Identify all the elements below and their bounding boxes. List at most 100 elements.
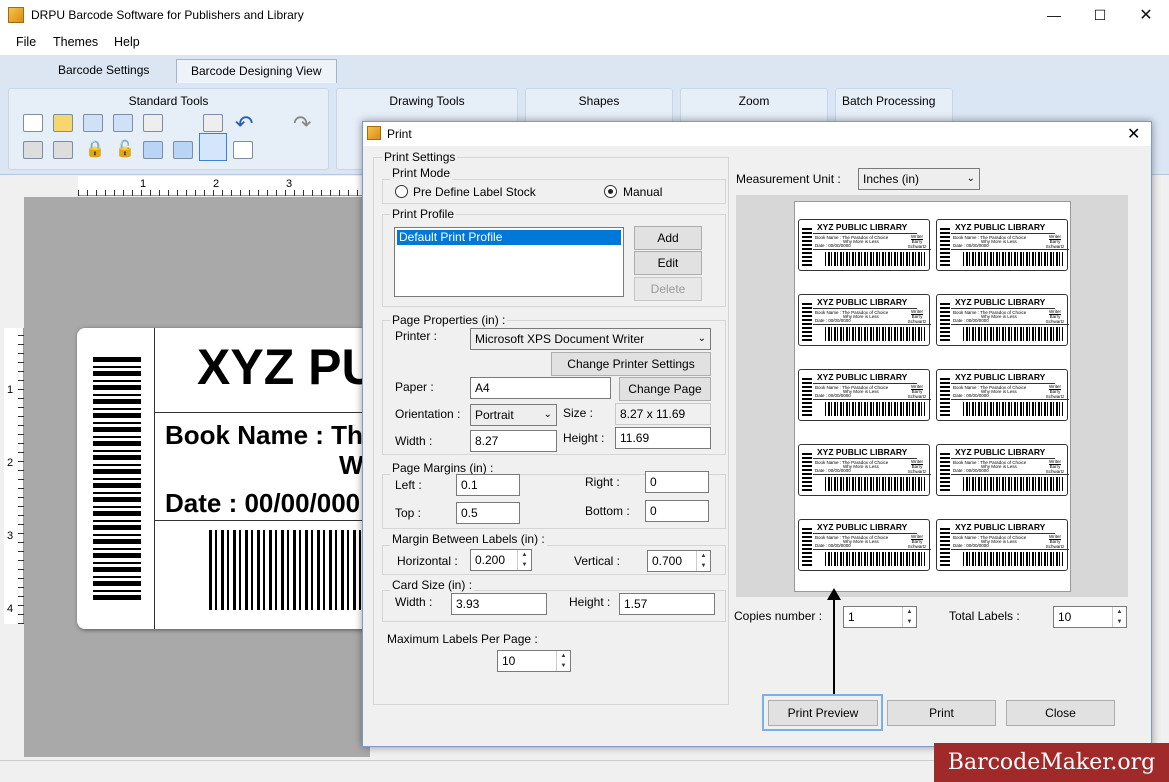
preview-label-title: XYZ PUBLIC LIBRARY: [955, 522, 1046, 532]
label-design-card[interactable]: XYZ PU Book Name : Th W Date : 00/00/000: [77, 328, 378, 629]
card-size-legend: Card Size (in) :: [390, 578, 475, 592]
add-profile-button[interactable]: Add: [634, 226, 702, 250]
preview-icon[interactable]: [173, 141, 193, 159]
preview-label-writer: Writer Barry Schwartz: [907, 384, 927, 399]
top-margin-field[interactable]: 0.5: [456, 502, 520, 524]
profile-list-item[interactable]: Default Print Profile: [397, 230, 621, 245]
copies-stepper[interactable]: 1 ▲ ▼: [843, 606, 917, 628]
preview-label-title: XYZ PUBLIC LIBRARY: [955, 297, 1046, 307]
print-preview-button[interactable]: Print Preview: [768, 700, 878, 726]
spin-buttons[interactable]: ▲ ▼: [696, 551, 710, 571]
edit-profile-button[interactable]: Edit: [634, 251, 702, 275]
print-button[interactable]: Print: [887, 700, 996, 726]
lock-icon[interactable]: 🔒: [85, 139, 105, 159]
spin-buttons[interactable]: ▲ ▼: [517, 550, 531, 570]
radio-predefined[interactable]: [395, 185, 408, 198]
card-width-field[interactable]: 3.93: [451, 593, 547, 615]
radio-manual[interactable]: [604, 185, 617, 198]
page-width-field[interactable]: 8.27: [470, 430, 557, 452]
radio-predefined-label[interactable]: Pre Define Label Stock: [413, 185, 536, 199]
dialog-icon: [367, 126, 381, 140]
max-labels-value: 10: [502, 654, 516, 668]
margin-between-legend: Margin Between Labels (in) :: [390, 532, 547, 546]
preview-qr: [802, 526, 812, 566]
spin-buttons[interactable]: ▲ ▼: [902, 607, 916, 627]
card-height-field[interactable]: 1.57: [619, 593, 715, 615]
new-icon[interactable]: [23, 114, 43, 132]
preview-label-date: Date : 00/00/0000: [815, 318, 851, 323]
dialog-title-bar: Print ✕: [363, 122, 1151, 146]
menu-file[interactable]: File: [16, 35, 36, 49]
annotation-arrow-head: [827, 588, 841, 600]
change-printer-button[interactable]: Change Printer Settings: [551, 352, 711, 376]
preview-label-title: XYZ PUBLIC LIBRARY: [955, 447, 1046, 457]
card-width-label: Width :: [395, 595, 433, 609]
preview-barcode: [825, 402, 925, 416]
preview-label-writer: Writer Barry Schwartz: [907, 309, 927, 324]
group-label: Standard Tools: [128, 94, 209, 108]
preview-label-title: XYZ PUBLIC LIBRARY: [817, 372, 908, 382]
tab-barcode-settings[interactable]: Barcode Settings: [44, 59, 163, 83]
bottom-margin-field[interactable]: 0: [645, 500, 709, 522]
chevron-down-icon: ⌄: [697, 333, 706, 344]
preview-label: XYZ PUBLIC LIBRARY Book Name : The Parado…: [936, 519, 1069, 571]
send-back-icon[interactable]: [23, 141, 43, 159]
minimize-button[interactable]: —: [1031, 0, 1077, 31]
vertical-margin-stepper[interactable]: 0.700 ▲ ▼: [647, 550, 711, 572]
print-preview-pane: XYZ PUBLIC LIBRARY Book Name : The Parado…: [736, 195, 1128, 597]
save-as-icon[interactable]: [113, 114, 133, 132]
left-margin-field[interactable]: 0.1: [456, 474, 520, 496]
dialog-close-icon[interactable]: ✕: [1127, 124, 1140, 144]
preview-label: XYZ PUBLIC LIBRARY Book Name : The Parado…: [936, 219, 1069, 271]
preview-label-date: Date : 00/00/0000: [953, 543, 989, 548]
spin-buttons[interactable]: ▲ ▼: [556, 651, 570, 671]
measurement-unit-select[interactable]: Inches (in) ⌄: [858, 168, 980, 190]
preview-label: XYZ PUBLIC LIBRARY Book Name : The Parado…: [798, 519, 931, 571]
label-title: XYZ PU: [197, 339, 378, 395]
right-margin-field[interactable]: 0: [645, 471, 709, 493]
preview-label-date: Date : 00/00/0000: [953, 318, 989, 323]
page-height-field[interactable]: 11.69: [615, 427, 711, 449]
spin-buttons[interactable]: ▲ ▼: [1112, 607, 1126, 627]
orientation-select[interactable]: Portrait ⌄: [470, 404, 557, 426]
printer-select[interactable]: Microsoft XPS Document Writer ⌄: [470, 328, 711, 350]
max-labels-stepper[interactable]: 10 ▲ ▼: [497, 650, 571, 672]
menu-themes[interactable]: Themes: [53, 35, 98, 49]
height-label: Height :: [563, 431, 605, 445]
open-icon[interactable]: [53, 114, 73, 132]
preview-label-writer: Writer Barry Schwartz: [907, 234, 927, 249]
printer-value: Microsoft XPS Document Writer: [475, 332, 645, 346]
maximize-button[interactable]: ☐: [1077, 0, 1123, 31]
grid-icon[interactable]: [143, 141, 163, 159]
horizontal-margin-stepper[interactable]: 0.200 ▲ ▼: [470, 549, 532, 571]
ruler-number: 2: [7, 457, 14, 469]
radio-manual-label[interactable]: Manual: [623, 185, 662, 199]
preview-label-title: XYZ PUBLIC LIBRARY: [817, 522, 908, 532]
copies-value: 1: [848, 610, 855, 624]
export-icon[interactable]: [233, 141, 253, 159]
paper-field[interactable]: A4: [470, 377, 611, 399]
undo-icon[interactable]: ↶: [235, 111, 253, 137]
change-page-button[interactable]: Change Page: [619, 377, 711, 401]
left-margin-label: Left :: [395, 478, 422, 492]
width-label: Width :: [395, 434, 433, 448]
page-margins-legend: Page Margins (in) :: [390, 461, 496, 475]
preview-label-title: XYZ PUBLIC LIBRARY: [817, 222, 908, 232]
close-button[interactable]: Close: [1006, 700, 1115, 726]
preview-qr: [802, 376, 812, 416]
delete-profile-button[interactable]: Delete: [634, 277, 702, 301]
copy-icon[interactable]: [143, 114, 163, 132]
cut-icon[interactable]: [203, 114, 223, 132]
total-labels-stepper[interactable]: 10 ▲ ▼: [1053, 606, 1127, 628]
profile-list[interactable]: Default Print Profile: [394, 227, 624, 297]
unlock-icon[interactable]: 🔓: [115, 139, 135, 159]
group-label: Shapes: [578, 94, 620, 108]
preview-label: XYZ PUBLIC LIBRARY Book Name : The Parado…: [936, 369, 1069, 421]
print-icon[interactable]: [199, 133, 227, 161]
redo-icon[interactable]: ↷: [293, 111, 311, 137]
tab-barcode-designing-view[interactable]: Barcode Designing View: [176, 59, 337, 83]
menu-help[interactable]: Help: [114, 35, 140, 49]
save-icon[interactable]: [83, 114, 103, 132]
bring-front-icon[interactable]: [53, 141, 73, 159]
close-window-button[interactable]: ✕: [1123, 0, 1169, 31]
